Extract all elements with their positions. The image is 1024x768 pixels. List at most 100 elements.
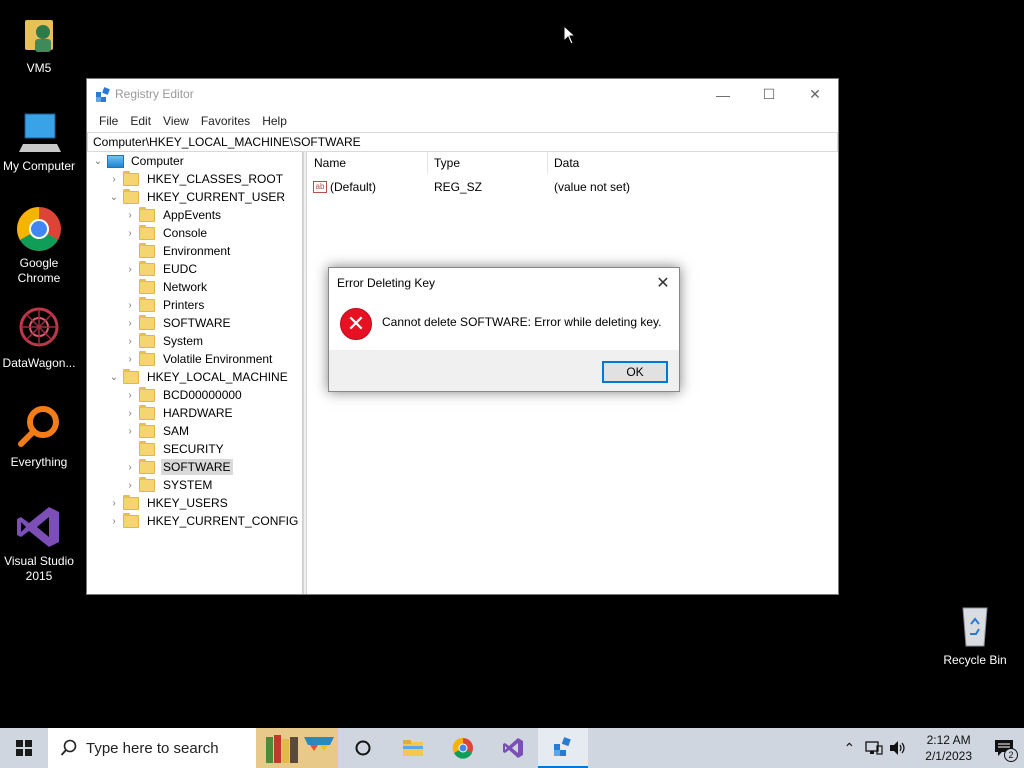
expand-icon[interactable]: › — [123, 228, 137, 239]
dialog-titlebar[interactable]: Error Deleting Key ✕ — [329, 268, 679, 298]
desktop-icon-datawagon[interactable]: DataWagon... — [0, 305, 78, 371]
tree-item-appevents[interactable]: › AppEvents — [123, 206, 223, 224]
menu-file[interactable]: File — [93, 114, 124, 128]
tree-item-hklm-system[interactable]: › SYSTEM — [123, 476, 214, 494]
tree-item-hkey-classes-root[interactable]: › HKEY_CLASSES_ROOT — [107, 170, 285, 188]
desktop-icon-recycle-bin[interactable]: Recycle Bin — [936, 602, 1014, 668]
desktop-icon-everything[interactable]: Everything — [0, 404, 78, 470]
expand-icon[interactable]: › — [123, 462, 137, 473]
tree-item-label: SOFTWARE — [163, 316, 231, 330]
expand-icon[interactable]: › — [123, 354, 137, 365]
tree-item-environment[interactable]: Environment — [123, 242, 232, 260]
tree-item-sam[interactable]: › SAM — [123, 422, 191, 440]
expand-icon[interactable]: › — [123, 426, 137, 437]
expand-icon[interactable]: › — [123, 336, 137, 347]
collapse-icon[interactable]: ⌄ — [91, 156, 105, 167]
expand-icon[interactable]: › — [123, 264, 137, 275]
column-header-type[interactable]: Type — [434, 156, 460, 174]
tree-item-label: EUDC — [163, 262, 198, 276]
tree-item-hkey-current-config[interactable]: › HKEY_CURRENT_CONFIG — [107, 512, 300, 530]
expand-icon[interactable]: › — [123, 480, 137, 491]
expand-icon[interactable]: › — [123, 300, 137, 311]
expand-icon[interactable]: › — [123, 390, 137, 401]
recycle-bin-icon — [951, 602, 999, 650]
tree-item-bcd[interactable]: › BCD00000000 — [123, 386, 244, 404]
folder-icon — [139, 350, 155, 366]
tree-item-computer[interactable]: ⌄ Computer — [91, 152, 186, 170]
window-titlebar[interactable]: Registry Editor — ☐ ✕ — [87, 79, 838, 110]
clock-time: 2:12 AM — [926, 733, 971, 747]
notification-button[interactable]: 2 — [984, 728, 1024, 768]
taskbar-visual-studio[interactable] — [488, 728, 538, 768]
mouse-cursor-icon — [563, 25, 577, 45]
tree-item-hkey-current-user[interactable]: ⌄ HKEY_CURRENT_USER — [107, 188, 287, 206]
tree-item-hkey-users[interactable]: › HKEY_USERS — [107, 494, 230, 512]
expand-icon[interactable]: › — [107, 516, 121, 527]
minimize-button[interactable]: — — [700, 79, 746, 110]
tree-item-label: System — [163, 334, 204, 348]
desktop-icon-label: VM5 — [26, 61, 52, 75]
datawagon-icon — [15, 305, 63, 353]
tree-item-hklm-software[interactable]: › SOFTWARE — [123, 458, 233, 476]
expand-icon[interactable]: › — [107, 174, 121, 185]
tree-item-console[interactable]: › Console — [123, 224, 209, 242]
column-header-name[interactable]: Name — [314, 156, 346, 174]
tree-item-eudc[interactable]: › EUDC — [123, 260, 199, 278]
column-header-data[interactable]: Data — [554, 156, 579, 174]
taskbar-search[interactable]: Type here to search — [48, 728, 256, 768]
folder-icon — [139, 404, 155, 420]
string-value-icon: ab — [313, 181, 327, 193]
taskbar-news-widget[interactable] — [256, 728, 338, 768]
value-row[interactable]: ab (Default) REG_SZ (value not set) — [313, 178, 733, 196]
desktop-icon-label: My Computer — [2, 159, 76, 173]
tree-item-label: SYSTEM — [163, 478, 213, 492]
dialog-body: ✕ Cannot delete SOFTWARE: Error while de… — [329, 298, 679, 350]
maximize-button[interactable]: ☐ — [746, 79, 792, 110]
column-divider[interactable] — [427, 152, 428, 174]
start-button[interactable] — [0, 728, 48, 768]
desktop-icon-my-computer[interactable]: My Computer — [0, 108, 78, 174]
collapse-icon[interactable]: ⌄ — [107, 192, 121, 203]
column-divider[interactable] — [547, 152, 548, 174]
expand-icon[interactable]: › — [123, 408, 137, 419]
menu-view[interactable]: View — [157, 114, 195, 128]
tree-item-label: HKEY_CURRENT_CONFIG — [147, 514, 299, 528]
close-button[interactable]: ✕ — [792, 79, 838, 110]
folder-icon — [123, 170, 139, 186]
expand-icon[interactable]: › — [123, 318, 137, 329]
tree-item-label: HKEY_USERS — [147, 496, 228, 510]
user-folder-icon — [15, 10, 63, 58]
network-icon[interactable] — [865, 740, 883, 756]
ok-button[interactable]: OK — [602, 361, 668, 383]
taskbar-file-explorer[interactable] — [388, 728, 438, 768]
tree-item-printers[interactable]: › Printers — [123, 296, 206, 314]
desktop-icon-chrome[interactable]: Google Chrome — [0, 205, 78, 286]
tree-item-system[interactable]: › System — [123, 332, 205, 350]
volume-icon[interactable] — [889, 740, 907, 756]
expand-icon[interactable]: › — [107, 498, 121, 509]
taskbar-chrome[interactable] — [438, 728, 488, 768]
tree-item-hkcu-software[interactable]: › SOFTWARE — [123, 314, 233, 332]
task-view-button[interactable] — [338, 728, 388, 768]
tree-item-label: Console — [163, 226, 208, 240]
address-bar[interactable]: Computer\HKEY_LOCAL_MACHINE\SOFTWARE — [87, 132, 838, 152]
folder-icon — [123, 188, 139, 204]
desktop-icon-vm5[interactable]: VM5 — [0, 10, 78, 76]
search-icon — [60, 739, 77, 756]
tree-item-network[interactable]: Network — [123, 278, 209, 296]
tree-item-security[interactable]: SECURITY — [123, 440, 226, 458]
tree-item-hardware[interactable]: › HARDWARE — [123, 404, 235, 422]
expand-icon[interactable]: › — [123, 210, 137, 221]
menu-help[interactable]: Help — [256, 114, 293, 128]
desktop-icon-visual-studio[interactable]: Visual Studio 2015 — [0, 503, 78, 584]
menu-edit[interactable]: Edit — [124, 114, 157, 128]
menu-favorites[interactable]: Favorites — [195, 114, 256, 128]
collapse-icon[interactable]: ⌄ — [107, 372, 121, 383]
folder-icon — [139, 332, 155, 348]
tree-item-volatile-environment[interactable]: › Volatile Environment — [123, 350, 274, 368]
clock[interactable]: 2:12 AM 2/1/2023 — [913, 732, 984, 764]
tree-item-hkey-local-machine[interactable]: ⌄ HKEY_LOCAL_MACHINE — [107, 368, 290, 386]
taskbar-registry-editor[interactable] — [538, 728, 588, 768]
dialog-close-button[interactable]: ✕ — [647, 268, 679, 298]
chevron-up-icon[interactable]: ⌃ — [838, 740, 862, 757]
